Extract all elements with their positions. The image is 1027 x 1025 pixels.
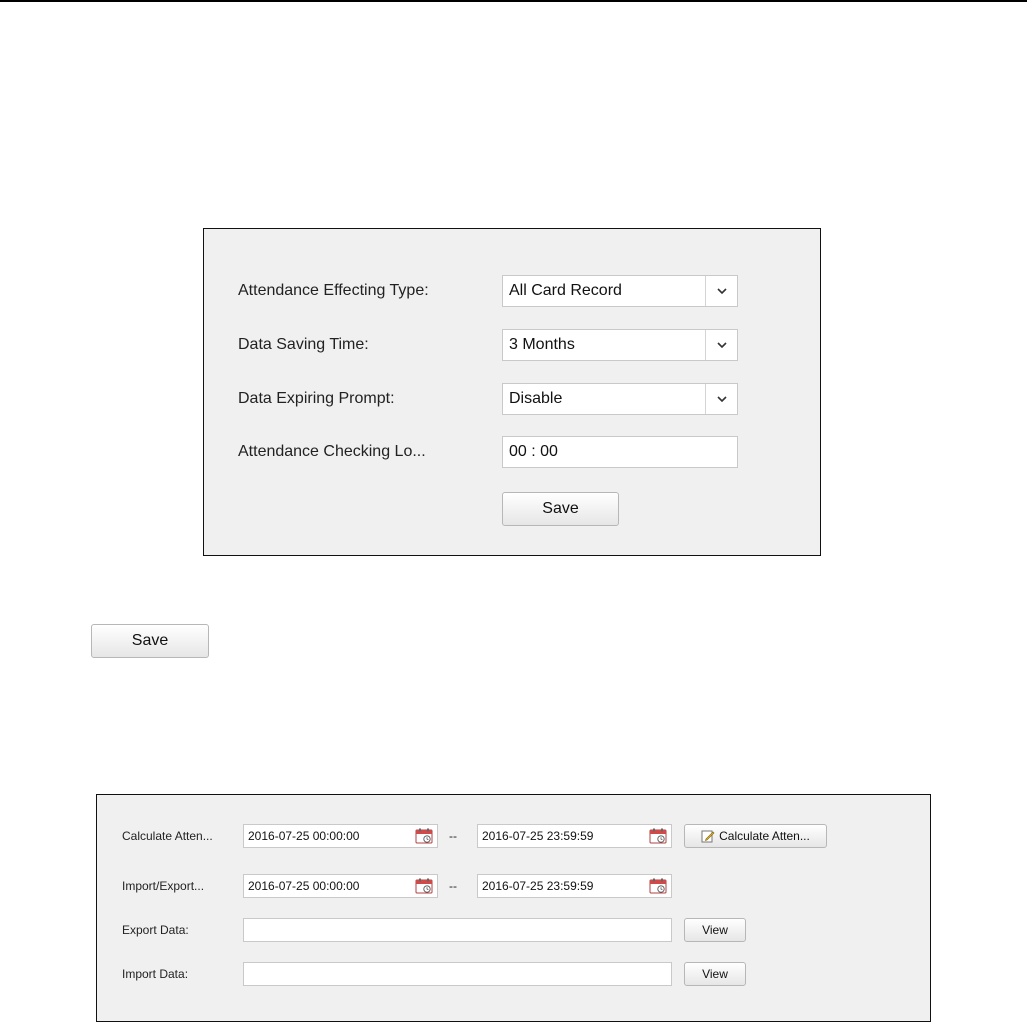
calendar-icon[interactable]	[649, 878, 667, 894]
top-divider	[0, 0, 1027, 2]
calculate-attendance-button[interactable]: Calculate Atten...	[684, 824, 827, 848]
expiring-prompt-select[interactable]: Disable	[502, 383, 738, 415]
standalone-save-button[interactable]: Save	[91, 624, 209, 658]
calculate-end-value: 2016-07-25 23:59:59	[482, 829, 594, 843]
expiring-prompt-label: Data Expiring Prompt:	[238, 390, 395, 407]
expiring-prompt-row: Data Expiring Prompt: Disable	[204, 383, 820, 415]
export-data-label: Export Data:	[122, 923, 189, 937]
import-view-button[interactable]: View	[684, 962, 746, 986]
calculate-start-value: 2016-07-25 00:00:00	[248, 829, 360, 843]
effecting-type-label: Attendance Effecting Type:	[238, 282, 429, 299]
saving-time-label: Data Saving Time:	[238, 336, 369, 353]
checking-time-value: 00 : 00	[509, 443, 558, 460]
export-data-path-field[interactable]	[243, 918, 672, 942]
chevron-down-icon[interactable]	[705, 276, 737, 306]
calculate-attendance-button-label: Calculate Atten...	[719, 829, 810, 843]
chevron-down-icon[interactable]	[705, 384, 737, 414]
calendar-icon[interactable]	[415, 878, 433, 894]
saving-time-row: Data Saving Time: 3 Months	[204, 329, 820, 361]
checking-time-input[interactable]: 00 : 00	[502, 436, 738, 468]
import-data-label: Import Data:	[122, 967, 189, 981]
attendance-data-panel: Calculate Atten... 2016-07-25 00:00:00 -…	[96, 794, 931, 1022]
range-separator: --	[449, 879, 457, 893]
calendar-icon[interactable]	[649, 828, 667, 844]
range-separator: --	[449, 829, 457, 843]
import-export-label: Import/Export...	[122, 879, 205, 893]
calculate-end-field[interactable]: 2016-07-25 23:59:59	[477, 824, 672, 848]
export-view-button[interactable]: View	[684, 918, 746, 942]
calculate-label: Calculate Atten...	[122, 829, 213, 843]
expiring-prompt-value: Disable	[509, 390, 563, 407]
saving-time-value: 3 Months	[509, 336, 575, 353]
pencil-icon	[701, 830, 715, 843]
saving-time-select[interactable]: 3 Months	[502, 329, 738, 361]
calculate-start-field[interactable]: 2016-07-25 00:00:00	[243, 824, 438, 848]
import-data-path-field[interactable]	[243, 962, 672, 986]
import-export-start-field[interactable]: 2016-07-25 00:00:00	[243, 874, 438, 898]
effecting-type-row: Attendance Effecting Type: All Card Reco…	[204, 275, 820, 307]
calendar-icon[interactable]	[415, 828, 433, 844]
export-data-row: Export Data: View	[97, 918, 930, 942]
chevron-down-icon[interactable]	[705, 330, 737, 360]
attendance-settings-panel: Attendance Effecting Type: All Card Reco…	[203, 228, 821, 556]
import-export-row: Import/Export... 2016-07-25 00:00:00 -- …	[97, 874, 930, 898]
checking-time-row: Attendance Checking Lo... 00 : 00	[204, 436, 820, 468]
checking-time-label: Attendance Checking Lo...	[238, 443, 426, 460]
save-button[interactable]: Save	[502, 492, 619, 526]
calculate-row: Calculate Atten... 2016-07-25 00:00:00 -…	[97, 824, 930, 848]
import-export-start-value: 2016-07-25 00:00:00	[248, 879, 360, 893]
import-data-row: Import Data: View	[97, 962, 930, 986]
effecting-type-value: All Card Record	[509, 282, 622, 299]
import-export-end-field[interactable]: 2016-07-25 23:59:59	[477, 874, 672, 898]
effecting-type-select[interactable]: All Card Record	[502, 275, 738, 307]
import-export-end-value: 2016-07-25 23:59:59	[482, 879, 594, 893]
